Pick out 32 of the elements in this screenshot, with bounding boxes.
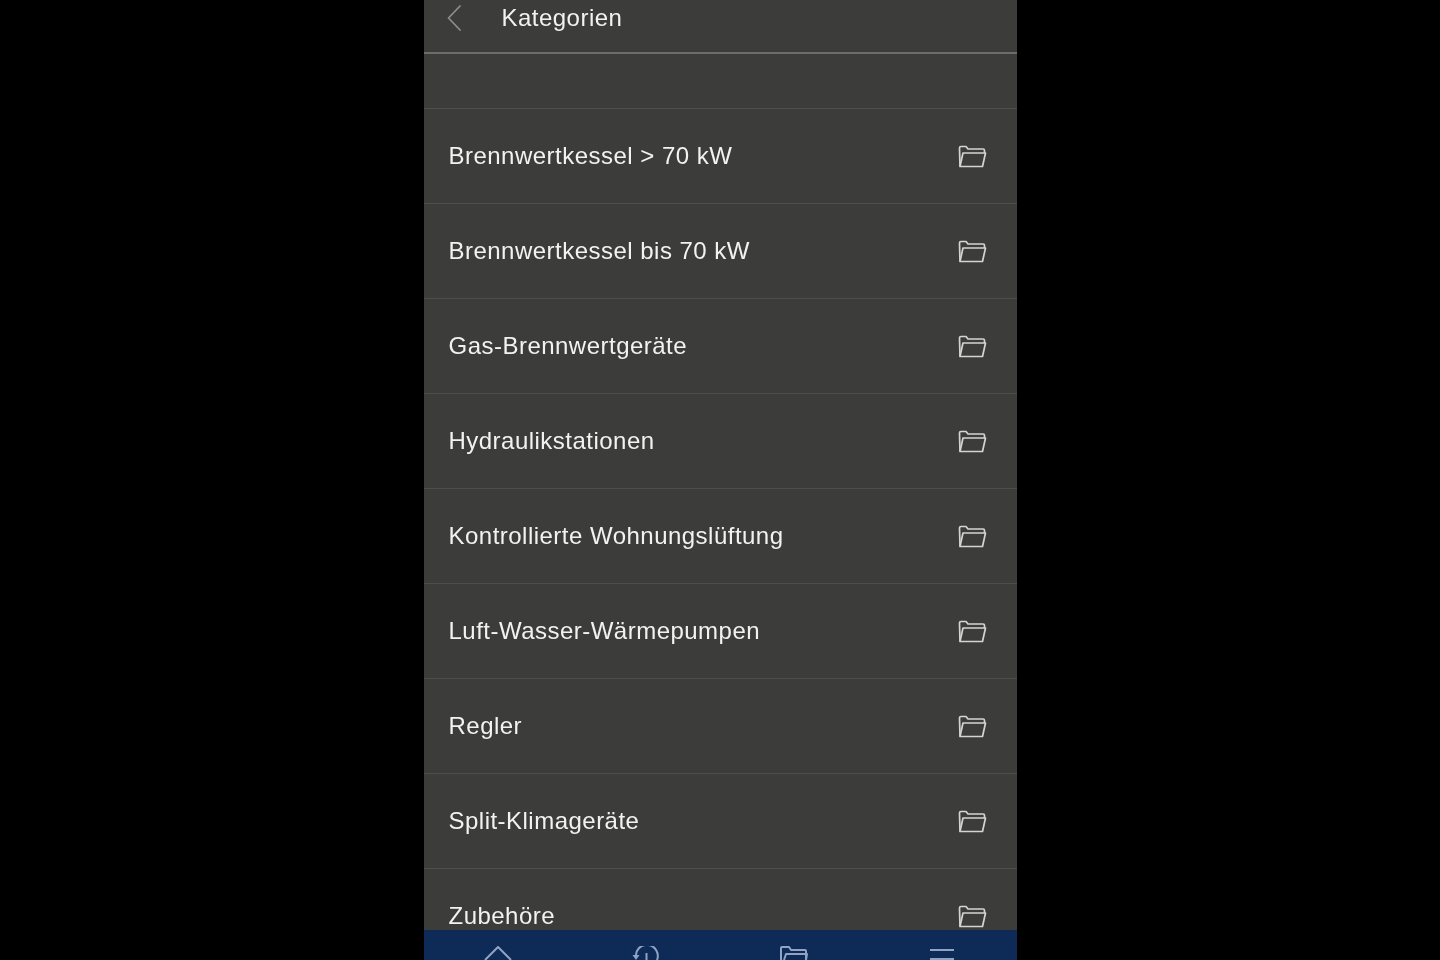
category-label: Kontrollierte Wohnungslüftung	[448, 522, 784, 550]
category-list-item[interactable]: Luft-Wasser-Wärmepumpen	[423, 583, 1017, 678]
folder-icon	[957, 619, 987, 643]
category-list-item[interactable]: Brennwertkessel bis 70 kW	[423, 203, 1017, 298]
folder-icon	[957, 334, 987, 358]
folder-icon	[957, 714, 987, 738]
header-title: Kategorien	[501, 3, 623, 33]
category-list-item[interactable]: Regler	[423, 678, 1017, 773]
category-list-item[interactable]: Kontrollierte Wohnungslüftung	[423, 488, 1017, 583]
folder-icon	[957, 524, 987, 548]
category-list-item[interactable]: Hydraulikstationen	[423, 393, 1017, 488]
home-icon[interactable]	[483, 946, 512, 960]
folder-icon	[957, 904, 987, 928]
category-list-item[interactable]: Gas-Brennwertgeräte	[423, 298, 1017, 393]
category-label: Luft-Wasser-Wärmepumpen	[448, 617, 761, 645]
folder-icon	[957, 809, 987, 833]
folder-icon	[957, 239, 987, 263]
category-label: Split-Klimageräte	[448, 807, 640, 835]
category-label: Hydraulikstationen	[448, 427, 655, 455]
back-chevron-icon	[446, 5, 461, 31]
history-icon[interactable]	[631, 946, 660, 960]
menu-icon[interactable]	[929, 949, 956, 960]
folder-icon	[957, 429, 987, 453]
category-label: Brennwertkessel > 70 kW	[448, 142, 733, 170]
category-label: Brennwertkessel bis 70 kW	[448, 237, 750, 265]
category-label: Gas-Brennwertgeräte	[448, 332, 688, 360]
category-list-item[interactable]: Brennwertkessel > 70 kW	[423, 108, 1017, 203]
folder-icon[interactable]	[780, 946, 809, 960]
folder-icon	[957, 144, 987, 168]
category-label: Zubehöre	[448, 902, 556, 930]
category-list-item[interactable]: Split-Klimageräte	[423, 773, 1017, 868]
category-label: Regler	[448, 712, 523, 740]
